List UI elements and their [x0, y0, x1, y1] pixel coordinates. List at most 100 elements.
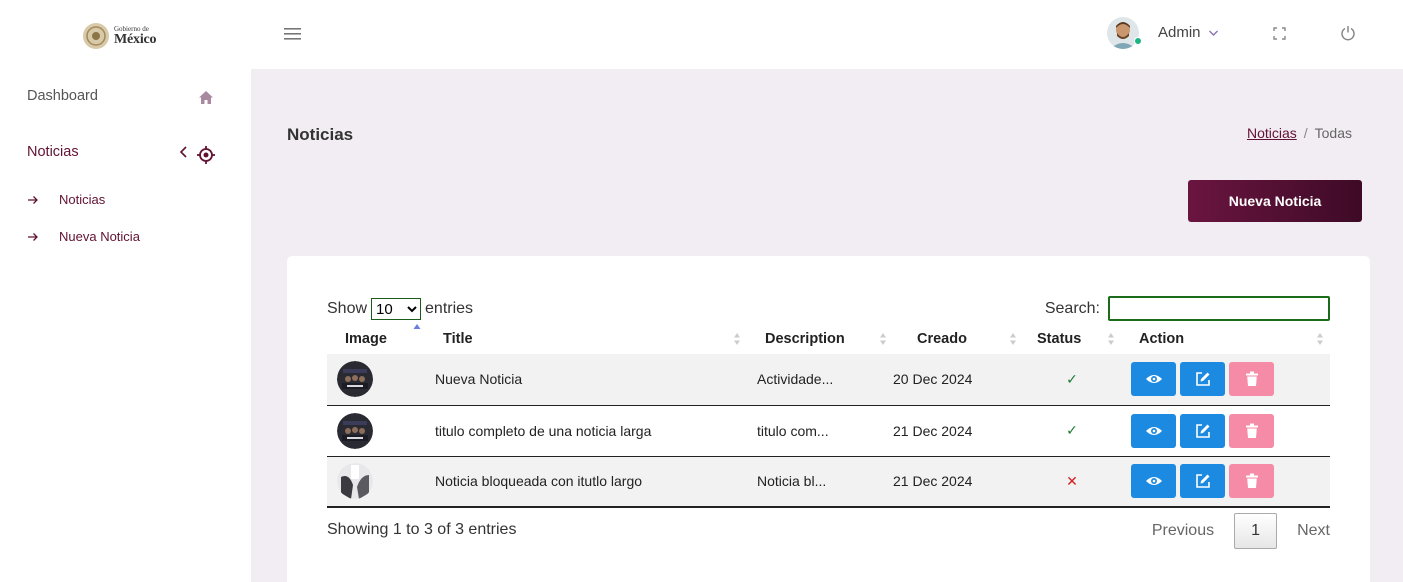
avatar[interactable]: [1107, 17, 1139, 49]
status-active-icon: ✓: [1066, 370, 1078, 387]
edit-icon: [1195, 372, 1210, 387]
news-thumbnail[interactable]: [337, 463, 373, 500]
edit-icon: [1195, 474, 1210, 489]
avatar-image: [1107, 17, 1139, 49]
status-cell: ✓: [1023, 354, 1121, 405]
delete-button[interactable]: [1229, 464, 1274, 499]
title-cell: titulo completo de una noticia larga: [435, 422, 652, 439]
seal-icon: [83, 23, 109, 49]
header-label: Action: [1139, 331, 1185, 347]
arrow-right-icon: [28, 232, 38, 241]
action-cell: [1121, 354, 1330, 405]
table-row: titulo completo de una noticia larga tit…: [327, 405, 1330, 456]
edit-button[interactable]: [1180, 413, 1225, 448]
sidebar-subitem-label: Noticias: [59, 192, 106, 207]
status-cell: ✕: [1023, 456, 1121, 507]
topbar: [251, 0, 1403, 69]
arrow-right-icon: [28, 195, 38, 204]
edit-button[interactable]: [1180, 362, 1225, 397]
header-label: Status: [1037, 331, 1082, 347]
sidebar-subitem-label: Nueva Noticia: [59, 229, 140, 244]
user-menu-label[interactable]: Admin: [1158, 24, 1201, 41]
sort-icon: [1010, 333, 1016, 345]
description-cell: Actividade...: [757, 371, 834, 388]
chevron-down-icon[interactable]: [1208, 29, 1219, 37]
edit-icon: [1195, 423, 1210, 438]
column-header-image[interactable]: Image: [327, 324, 425, 354]
sidebar-subitem-nueva-noticia[interactable]: Nueva Noticia: [27, 229, 140, 244]
sort-icon: [1108, 333, 1114, 345]
delete-button[interactable]: [1229, 413, 1274, 448]
breadcrumb-current: Todas: [1314, 125, 1352, 141]
search-input[interactable]: [1108, 296, 1330, 321]
chevron-left-icon[interactable]: [178, 145, 190, 159]
sidebar-subitem-noticias[interactable]: Noticias: [27, 192, 105, 207]
view-button[interactable]: [1131, 413, 1176, 448]
pagination-next[interactable]: Next: [1297, 522, 1330, 540]
edit-button[interactable]: [1180, 464, 1225, 499]
fullscreen-icon[interactable]: [1272, 26, 1287, 41]
sort-asc-icon: [413, 324, 421, 329]
description-cell: Noticia bl...: [757, 473, 827, 490]
created-cell: 21 Dec 2024: [893, 422, 973, 439]
header-label: Title: [443, 331, 473, 347]
news-table-card: Show 10 entries Search: Image Title Desc…: [287, 256, 1370, 582]
status-blocked-icon: ✕: [1066, 472, 1078, 489]
eye-icon: [1145, 375, 1162, 384]
sidebar-item-dashboard[interactable]: Dashboard: [27, 88, 98, 104]
news-table: Image Title Description Creado Status Ac…: [327, 324, 1330, 508]
column-header-description[interactable]: Description: [747, 324, 893, 354]
news-thumbnail[interactable]: [337, 361, 373, 398]
header-label: Image: [345, 331, 387, 347]
column-header-creado[interactable]: Creado: [893, 324, 1023, 354]
sidebar-item-noticias[interactable]: Noticias: [27, 144, 79, 160]
title-cell: Nueva Noticia: [435, 371, 523, 388]
trash-icon: [1245, 473, 1258, 489]
hamburger-menu-icon[interactable]: [283, 26, 303, 42]
gobierno-logo[interactable]: Gobierno de México: [82, 22, 157, 50]
description-cell: titulo com...: [757, 422, 829, 439]
title-cell: Noticia bloqueada con itutlo largo: [435, 473, 643, 490]
online-status-dot: [1134, 37, 1142, 45]
page-title: Noticias: [287, 125, 354, 144]
table-info: Showing 1 to 3 of 3 entries: [327, 521, 517, 538]
created-cell: 20 Dec 2024: [893, 371, 973, 388]
eye-icon: [1145, 426, 1162, 435]
header-label: Description: [765, 331, 845, 347]
action-cell: [1121, 456, 1330, 507]
column-header-status[interactable]: Status: [1023, 324, 1121, 354]
page-length-select[interactable]: 10: [371, 298, 422, 320]
new-noticia-button[interactable]: Nueva Noticia: [1188, 180, 1362, 222]
eye-icon: [1145, 477, 1162, 486]
breadcrumb: Noticias / Todas: [1247, 125, 1352, 141]
show-label: Show: [327, 300, 368, 317]
pagination-previous[interactable]: Previous: [1152, 522, 1214, 540]
search-label: Search:: [1044, 299, 1100, 317]
logo-line2: México: [114, 31, 157, 47]
search-control: Search:: [1045, 296, 1330, 321]
view-button[interactable]: [1131, 464, 1176, 499]
pagination-page-1[interactable]: 1: [1234, 513, 1278, 549]
news-thumbnail[interactable]: [337, 412, 373, 449]
image-cell: [327, 354, 425, 405]
column-header-action[interactable]: Action: [1121, 324, 1330, 354]
trash-icon: [1245, 371, 1258, 387]
header-label: Creado: [917, 331, 967, 347]
status-active-icon: ✓: [1066, 422, 1078, 438]
image-cell: [327, 456, 425, 507]
power-icon[interactable]: [1340, 25, 1356, 41]
page-length-control: Show 10 entries: [327, 298, 473, 320]
column-header-title[interactable]: Title: [425, 324, 747, 354]
action-cell: [1121, 405, 1330, 456]
view-button[interactable]: [1131, 362, 1176, 397]
sort-icon: [880, 333, 886, 345]
crosshair-icon: [197, 146, 215, 164]
table-row: Noticia bloqueada con itutlo largo Notic…: [327, 456, 1330, 507]
sort-icon: [734, 333, 740, 345]
delete-button[interactable]: [1229, 362, 1274, 397]
created-cell: 21 Dec 2024: [893, 473, 973, 490]
sidebar: Gobierno de México Dashboard Noticias No…: [0, 0, 251, 582]
breadcrumb-link-noticias[interactable]: Noticias: [1247, 125, 1297, 141]
status-cell: ✓: [1023, 405, 1121, 456]
image-cell: [327, 405, 425, 456]
